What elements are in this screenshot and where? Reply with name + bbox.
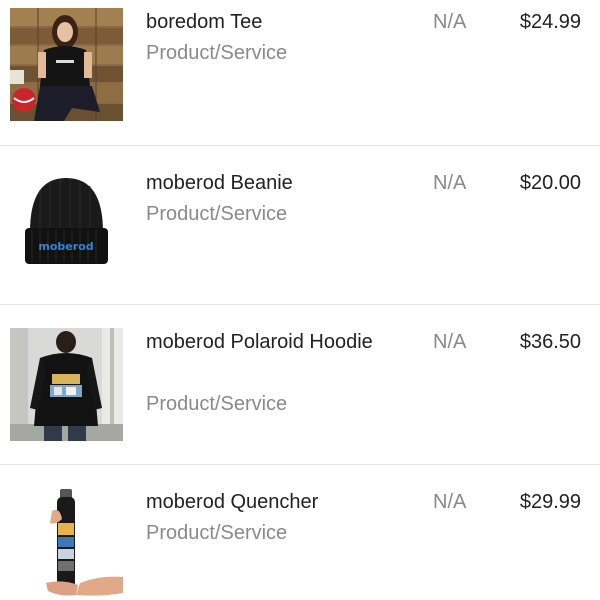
product-name[interactable]: moberod Quencher: [146, 487, 396, 518]
product-name[interactable]: boredom Tee: [146, 7, 396, 38]
product-price: $24.99: [519, 11, 581, 33]
product-list: boredom Tee Product/Service N/A $24.99 m…: [0, 0, 600, 600]
list-item[interactable]: boredom Tee Product/Service N/A $24.99: [0, 0, 600, 146]
product-price: $29.99: [519, 491, 581, 513]
product-type: Product/Service: [146, 522, 288, 544]
product-sku: N/A: [433, 172, 467, 194]
product-sku: N/A: [433, 491, 467, 513]
product-type: Product/Service: [146, 393, 288, 415]
hand-holding-bottle-photo[interactable]: [10, 487, 123, 600]
product-type: Product/Service: [146, 42, 288, 64]
product-type: Product/Service: [146, 203, 288, 225]
list-item[interactable]: moberod Polaroid Hoodie Product/Service …: [0, 305, 600, 465]
product-sku: N/A: [433, 331, 467, 353]
product-name[interactable]: moberod Polaroid Hoodie: [146, 327, 396, 358]
list-item[interactable]: moberod moberod Beanie Product/Service N…: [0, 146, 600, 305]
beanie-logo-text: moberod: [38, 240, 93, 253]
product-price: $36.50: [519, 331, 581, 353]
black-beanie-photo[interactable]: moberod: [10, 170, 123, 283]
list-item[interactable]: moberod Quencher Product/Service N/A $29…: [0, 465, 600, 600]
product-name[interactable]: moberod Beanie: [146, 168, 396, 199]
person-wearing-tee-photo[interactable]: [10, 8, 123, 121]
product-price: $20.00: [519, 172, 581, 194]
person-in-hoodie-photo[interactable]: [10, 328, 123, 441]
product-sku: N/A: [433, 11, 467, 33]
